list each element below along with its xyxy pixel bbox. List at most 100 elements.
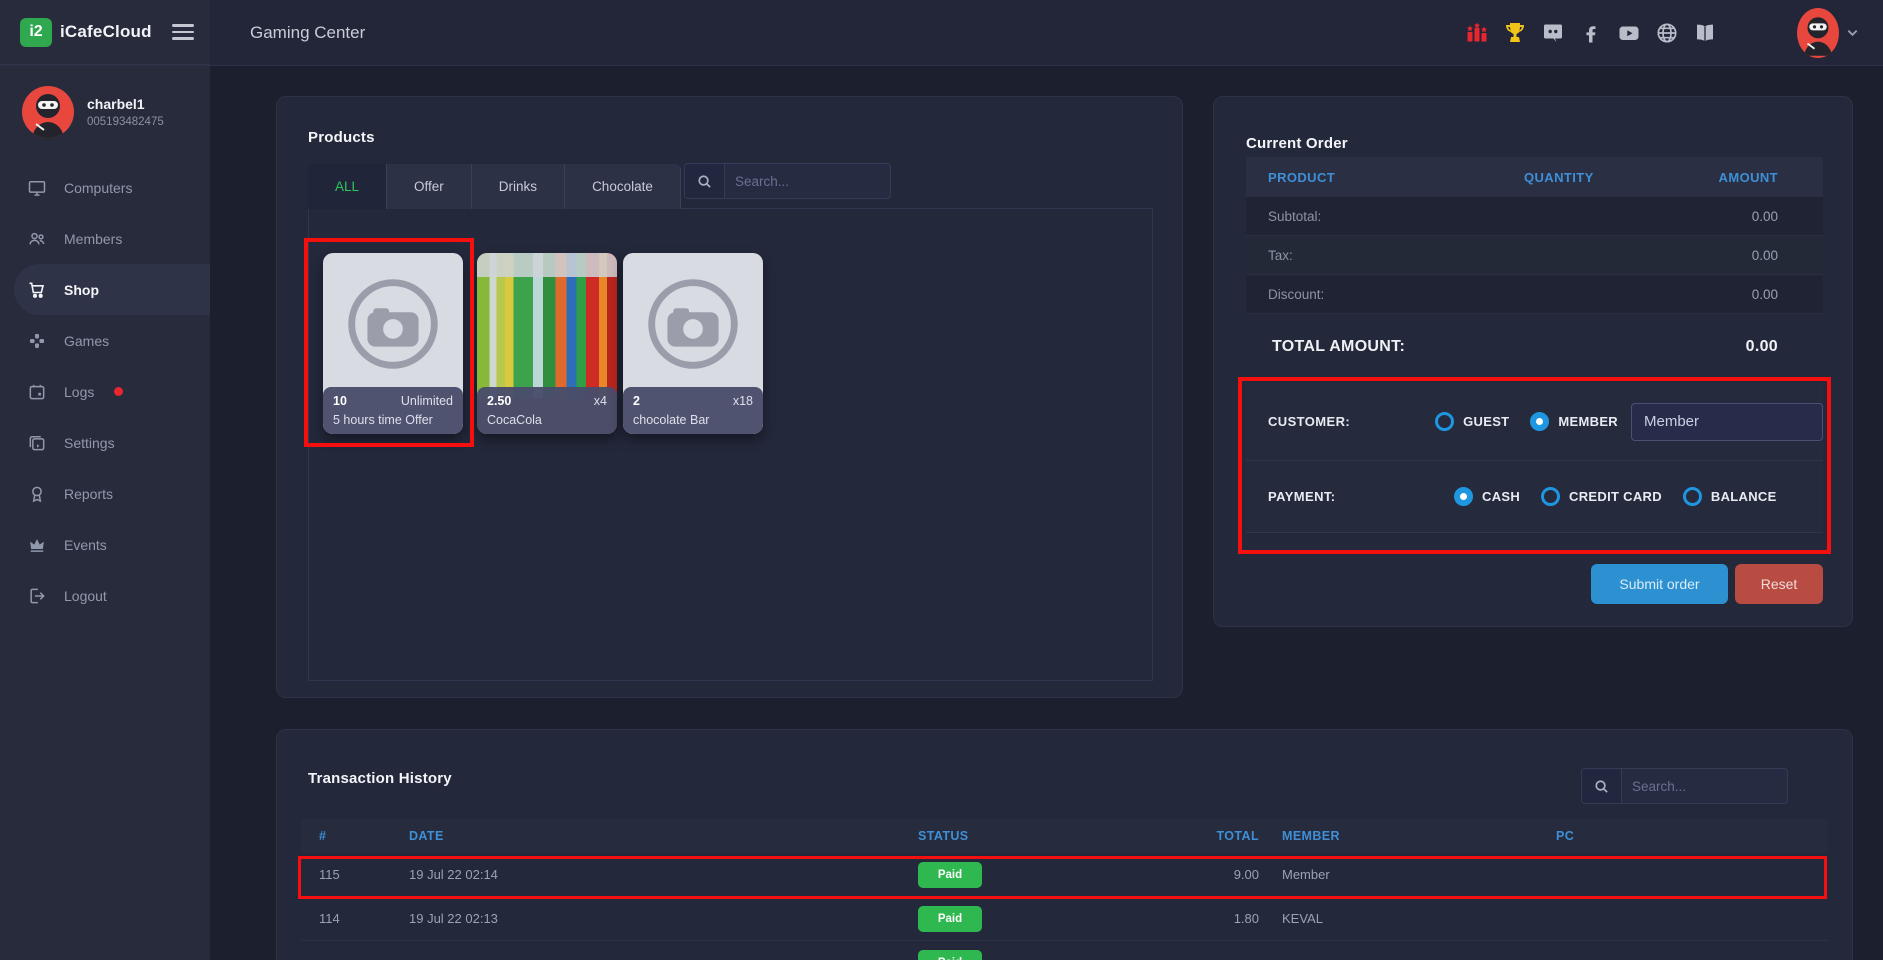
user-id: 005193482475 [87, 116, 164, 128]
sidebar: charbel1 005193482475 Computers Members … [0, 66, 210, 960]
user-avatar-menu[interactable] [1797, 7, 1859, 58]
table-row[interactable]: 114 19 Jul 22 02:13 Paid 1.80 KEVAL [301, 897, 1828, 941]
table-row[interactable]: 115 19 Jul 22 02:14 Paid 9.00 Member [301, 853, 1828, 897]
page-title: Gaming Center [250, 22, 366, 42]
discord-icon[interactable] [1541, 21, 1565, 45]
products-panel: Products ALL Offer Drinks Chocolate 10Un… [276, 96, 1183, 698]
topbar: i2 iCafeCloud Gaming Center [0, 0, 1883, 66]
product-card-label: 2 x18 chocolate Bar [623, 387, 763, 434]
current-order-panel: Current Order PRODUCT QUANTITY AMOUNT Su… [1213, 96, 1853, 627]
status-badge: Paid [918, 949, 982, 960]
status-badge: Paid [918, 861, 982, 888]
products-tabs: ALL Offer Drinks Chocolate [308, 164, 681, 209]
radio-cash[interactable]: CASH [1454, 487, 1520, 506]
sidebar-item-members[interactable]: Members [0, 213, 210, 264]
tab-chocolate[interactable]: Chocolate [565, 164, 681, 209]
discount-row: Discount: 0.00 [1246, 275, 1823, 314]
transactions-search [1581, 768, 1788, 804]
tax-row: Tax: 0.00 [1246, 236, 1823, 275]
users-icon [29, 232, 45, 244]
radio-member[interactable]: MEMBER [1530, 412, 1618, 431]
customer-label: CUSTOMER: [1268, 414, 1351, 429]
medal-icon [32, 486, 42, 502]
tab-all[interactable]: ALL [308, 164, 388, 209]
avatar [22, 86, 74, 138]
transaction-history-title: Transaction History [308, 770, 452, 787]
sidebar-menu: Computers Members Shop Games Logs Settin… [0, 162, 210, 621]
sidebar-item-shop[interactable]: Shop [14, 264, 210, 315]
brand-name: iCafeCloud [60, 22, 152, 41]
products-title: Products [308, 129, 375, 146]
calendar-icon [29, 384, 45, 399]
order-summary-rows: Subtotal: 0.00 Tax: 0.00 Discount: 0.00 [1246, 197, 1823, 314]
avatar [1797, 7, 1839, 58]
brand-logo[interactable]: i2 iCafeCloud [20, 17, 152, 47]
submit-order-button[interactable]: Submit order [1591, 564, 1728, 604]
radio-guest[interactable]: GUEST [1435, 412, 1509, 431]
search-icon [1582, 769, 1622, 803]
brand-logo-icon: i2 [20, 17, 52, 47]
current-order-title: Current Order [1246, 135, 1348, 152]
products-search-input[interactable] [725, 164, 890, 198]
sidebar-profile: charbel1 005193482475 [0, 66, 210, 162]
radio-circle [1454, 487, 1473, 506]
total-amount-value: 0.00 [1745, 338, 1778, 355]
logs-notification-dot [114, 387, 124, 396]
chevron-down-icon [1847, 29, 1858, 37]
product-card-cocacola[interactable]: 2.50 x4 CocaCola [477, 253, 617, 434]
order-actions: Submit order Reset [1591, 564, 1823, 604]
radio-balance[interactable]: BALANCE [1682, 487, 1777, 506]
sidebar-item-reports[interactable]: Reports [0, 468, 210, 519]
transactions-search-input[interactable] [1622, 769, 1787, 803]
guide-book-icon[interactable] [1693, 21, 1717, 45]
sidebar-item-settings[interactable]: Settings [0, 417, 210, 468]
topbar-icons [1465, 21, 1717, 45]
username: charbel1 [87, 96, 145, 112]
transaction-history-panel: Transaction History # DATE STATUS TOTAL … [276, 729, 1853, 960]
sidebar-item-games[interactable]: Games [0, 315, 210, 366]
sidebar-item-events[interactable]: Events [0, 519, 210, 570]
leaderboard-icon[interactable] [1465, 21, 1489, 45]
trophy-icon[interactable] [1503, 21, 1527, 45]
radio-circle [1682, 487, 1702, 506]
payment-radio-group: CASH CREDIT CARD BALANCE [1454, 487, 1777, 506]
crown-icon [30, 538, 44, 552]
products-search [684, 163, 891, 199]
order-table-header: PRODUCT QUANTITY AMOUNT [1246, 157, 1823, 197]
globe-icon[interactable] [1655, 21, 1679, 45]
sidebar-item-computers[interactable]: Computers [0, 162, 210, 213]
table-row[interactable]: Paid [301, 941, 1828, 960]
product-card-chocolate-bar[interactable]: 2 x18 chocolate Bar [623, 253, 763, 434]
radio-circle [1435, 412, 1455, 431]
transactions-table-header: # DATE STATUS TOTAL MEMBER PC [301, 819, 1828, 853]
search-icon [685, 164, 725, 198]
product-card-label: 10 Unlimited 5 hours time Offer [323, 387, 463, 434]
reset-button[interactable]: Reset [1735, 564, 1823, 604]
customer-radio-group: GUEST MEMBER [1435, 412, 1618, 431]
member-name-input[interactable] [1631, 402, 1823, 441]
payment-label: PAYMENT: [1268, 489, 1336, 504]
sidebar-item-logout[interactable]: Logout [0, 570, 210, 621]
cart-icon [29, 282, 45, 298]
youtube-icon[interactable] [1617, 21, 1641, 45]
subtotal-row: Subtotal: 0.00 [1246, 197, 1823, 236]
tab-drinks[interactable]: Drinks [471, 164, 566, 209]
radio-circle [1541, 487, 1561, 506]
customer-payment-section: CUSTOMER: GUEST MEMBER PAYMENT: [1246, 383, 1823, 533]
layers-icon [29, 435, 45, 450]
topbar-brand-zone: i2 iCafeCloud [0, 0, 210, 65]
logout-icon [30, 588, 45, 603]
product-card-label: 2.50 x4 CocaCola [477, 387, 617, 434]
radio-circle [1530, 412, 1550, 431]
hamburger-menu-icon[interactable] [172, 20, 194, 44]
radio-credit-card[interactable]: CREDIT CARD [1541, 487, 1662, 506]
facebook-icon[interactable] [1579, 21, 1603, 45]
product-card-time-offer[interactable]: 10 Unlimited 5 hours time Offer [323, 253, 463, 434]
payment-row: PAYMENT: CASH CREDIT CARD BALANCE [1246, 461, 1823, 533]
customer-row: CUSTOMER: GUEST MEMBER [1246, 383, 1823, 461]
tab-offer[interactable]: Offer [387, 164, 472, 209]
main-content: Products ALL Offer Drinks Chocolate 10Un… [210, 66, 1883, 960]
transactions-rows: 115 19 Jul 22 02:14 Paid 9.00 Member 114… [301, 853, 1828, 960]
sidebar-item-logs[interactable]: Logs [0, 366, 210, 417]
gamepad-icon [29, 333, 45, 348]
